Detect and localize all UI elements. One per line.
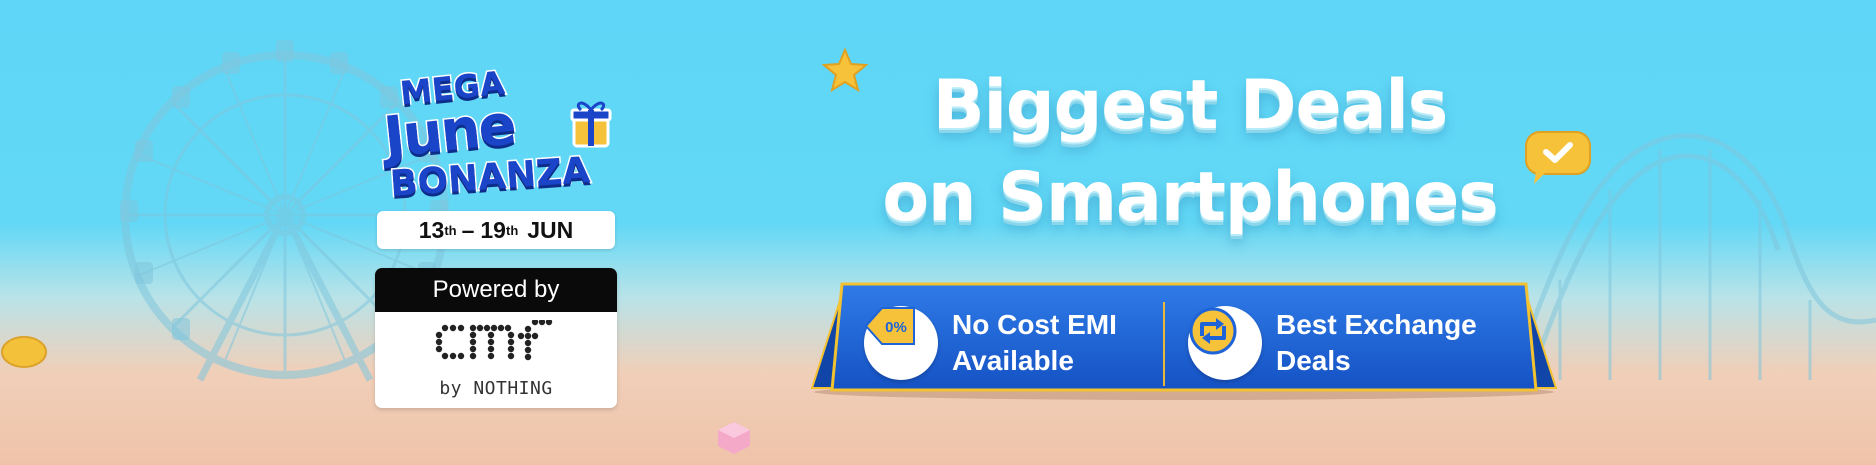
end-day-suffix: th [505,222,519,238]
start-day-suffix: th [444,222,457,238]
exchange-icon-badge [1188,306,1262,380]
start-day: 13 [418,216,445,243]
exchange-line-1: Best Exchange [1276,309,1477,340]
headline: Biggest Deals on Smartphones [790,60,1590,244]
cmf-brand-logo [435,320,553,361]
headline-line-1: Biggest Deals [932,66,1449,145]
emi-line-2: Available [952,345,1074,376]
gift-box-icon [570,101,612,148]
zero-percent-tag-icon: 0% [864,307,915,345]
emi-badge-text: 0% [885,319,907,336]
mega-june-bonanza-logo: MEGA June BONANZA [372,62,617,210]
no-cost-emi-feature: 0% No Cost EMI Available [864,306,1117,380]
exchange-line-2: Deals [1276,345,1351,376]
sale-dates-badge: 13th – 19th JUN [377,211,615,249]
powered-by-label: Powered by [375,268,617,312]
emi-text: No Cost EMI Available [952,307,1117,379]
emi-icon-badge: 0% [864,306,938,380]
end-day: 19 [480,216,506,243]
exchange-arrows-icon [1189,307,1237,355]
plaque-divider [1163,302,1165,386]
month: JUN [527,216,574,243]
date-separator: – [461,216,475,243]
best-exchange-feature: Best Exchange Deals [1188,306,1477,380]
promo-banner[interactable]: MEGA June BONANZA 13th – 19th JUN Powere… [0,0,1876,465]
headline-line-2: on Smartphones [882,158,1498,237]
exchange-text: Best Exchange Deals [1276,307,1477,379]
gold-coin-icon [1,336,47,368]
powered-by-card: Powered by by NOTHING [375,268,617,408]
offers-plaque: 0% No Cost EMI Available Best Exchange D… [808,280,1560,400]
brand-subtitle: by NOTHING [439,378,553,399]
emi-line-1: No Cost EMI [952,309,1117,340]
pink-cube-icon [718,422,750,454]
